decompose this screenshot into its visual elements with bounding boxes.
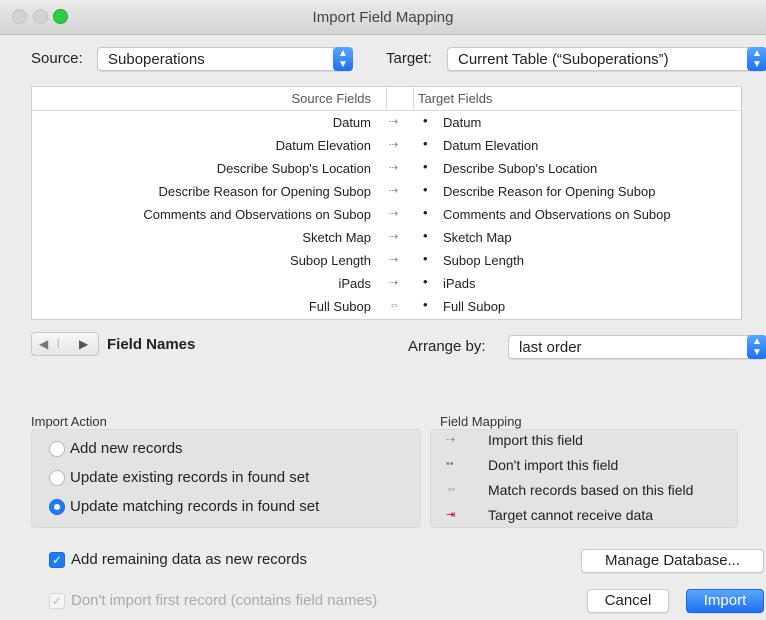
legend-label: Match records based on this field [488, 482, 694, 498]
cannot-receive-icon: ⇥ [446, 509, 456, 521]
source-select-value: Suboperations [108, 51, 205, 68]
source-field-name: Describe Reason for Opening Subop [158, 184, 371, 199]
source-field-name: Datum [332, 115, 371, 130]
next-arrow-icon[interactable]: ▶ [79, 337, 88, 351]
import-arrow-icon[interactable]: ⇢ [389, 207, 398, 220]
source-field-name: Sketch Map [302, 230, 371, 245]
dont-import-first-checkbox: ✓ [49, 593, 65, 609]
source-field-name: Comments and Observations on Subop [143, 207, 371, 222]
radio-button[interactable] [49, 441, 65, 457]
dont-import-first-label: Don't import first record (contains fiel… [71, 592, 378, 609]
bullet-icon: • [423, 136, 428, 151]
target-label: Target: [386, 50, 432, 67]
arrange-by-label: Arrange by: [408, 338, 486, 355]
import-button[interactable]: Import [686, 589, 764, 613]
source-field-name: iPads [338, 276, 371, 291]
bracket-icon: ⦚ [57, 337, 60, 351]
dont-import-icon: •• [446, 458, 454, 470]
import-arrow-icon: ⇢ [446, 434, 456, 446]
target-field-name: Comments and Observations on Subop [443, 207, 671, 222]
match-arrow-icon: ⇔ [446, 483, 457, 495]
target-select[interactable]: Current Table (“Suboperations”) ▲ ▼ [447, 47, 766, 71]
import-arrow-icon[interactable]: ⇢ [389, 184, 398, 197]
import-action-title: Import Action [31, 414, 107, 429]
bullet-icon: • [423, 274, 428, 289]
import-arrow-icon[interactable]: ⇢ [389, 230, 398, 243]
bullet-icon: • [423, 205, 428, 220]
legend-label: Target cannot receive data [488, 507, 653, 523]
target-field-name: Subop Length [443, 253, 524, 268]
target-field-name: Describe Reason for Opening Subop [443, 184, 656, 199]
import-arrow-icon[interactable]: ⇢ [389, 253, 398, 266]
arrange-by-select[interactable]: last order ▲ ▼ [508, 335, 766, 359]
field-row[interactable]: iPads ⇢ • iPads [32, 272, 741, 295]
match-arrow-icon[interactable]: ⇔ [389, 299, 400, 311]
field-names-pager[interactable]: ◀ ⦚ ▶ [31, 332, 99, 356]
field-mapping-list[interactable]: Source Fields Target Fields Datum ⇢ • Datum… [31, 86, 742, 320]
target-field-name: Datum Elevation [443, 138, 539, 153]
cancel-button[interactable]: Cancel [587, 589, 669, 613]
chevron-updown-icon: ▲ ▼ [333, 47, 353, 71]
bullet-icon: • [423, 182, 428, 197]
source-fields-header: Source Fields [291, 91, 371, 106]
source-label: Source: [31, 50, 83, 67]
radio-button[interactable] [49, 499, 65, 515]
import-arrow-icon[interactable]: ⇢ [389, 138, 398, 151]
field-list-header: Source Fields Target Fields [32, 87, 741, 111]
bullet-icon: • [423, 251, 428, 266]
column-divider [386, 87, 387, 110]
source-select[interactable]: Suboperations ▲ ▼ [97, 47, 353, 71]
legend-label: Don't import this field [488, 457, 619, 473]
field-row[interactable]: Sketch Map ⇢ • Sketch Map [32, 226, 741, 249]
manage-database-button[interactable]: Manage Database... [581, 549, 764, 573]
field-row[interactable]: Describe Reason for Opening Subop ⇢ • Descr… [32, 180, 741, 203]
target-field-name: iPads [443, 276, 476, 291]
target-select-value: Current Table (“Suboperations”) [458, 51, 669, 68]
source-field-name: Describe Subop's Location [216, 161, 371, 176]
target-field-name: Sketch Map [443, 230, 512, 245]
target-field-name: Describe Subop's Location [443, 161, 598, 176]
legend-label: Import this field [488, 432, 583, 448]
target-field-name: Full Subop [443, 299, 506, 314]
radio-button[interactable] [49, 470, 65, 486]
field-row[interactable]: Datum Elevation ⇢ • Datum Elevation [32, 134, 741, 157]
title-bar: Import Field Mapping [0, 0, 766, 35]
window-title: Import Field Mapping [312, 9, 454, 26]
field-names-label: Field Names [107, 336, 196, 353]
source-field-name: Full Subop [308, 299, 371, 314]
bullet-icon: • [423, 228, 428, 243]
arrange-by-value: last order [519, 339, 582, 356]
import-arrow-icon[interactable]: ⇢ [389, 161, 398, 174]
chevron-updown-icon: ▲ ▼ [747, 47, 766, 71]
bullet-icon: • [423, 297, 428, 312]
field-mapping-title: Field Mapping [440, 414, 522, 429]
target-field-name: Datum [443, 115, 482, 130]
previous-arrow-icon[interactable]: ◀ [39, 337, 48, 351]
source-field-name: Subop Length [290, 253, 371, 268]
import-arrow-icon[interactable]: ⇢ [389, 115, 398, 128]
target-fields-header: Target Fields [418, 91, 493, 106]
field-row[interactable]: Describe Subop's Location ⇢ • Describe Subo… [32, 157, 741, 180]
import-action-option-label[interactable]: Update existing records in found set [70, 469, 309, 486]
bullet-icon: • [423, 159, 428, 174]
add-remaining-label[interactable]: Add remaining data as new records [71, 551, 307, 568]
column-divider [413, 87, 414, 110]
add-remaining-checkbox[interactable]: ✓ [49, 552, 65, 568]
chevron-updown-icon: ▲ ▼ [747, 335, 766, 359]
import-action-option-label[interactable]: Add new records [70, 440, 183, 457]
field-row[interactable]: Subop Length ⇢ • Subop Length [32, 249, 741, 272]
source-field-name: Datum Elevation [275, 138, 371, 153]
field-row[interactable]: Full Subop ⇔ • Full Subop [32, 295, 741, 318]
field-row[interactable]: Comments and Observations on Subop ⇢ • Comm… [32, 203, 741, 226]
field-row[interactable]: Datum ⇢ • Datum [32, 111, 741, 134]
import-arrow-icon[interactable]: ⇢ [389, 276, 398, 289]
bullet-icon: • [423, 113, 428, 128]
import-action-option-label[interactable]: Update matching records in found set [70, 498, 319, 515]
